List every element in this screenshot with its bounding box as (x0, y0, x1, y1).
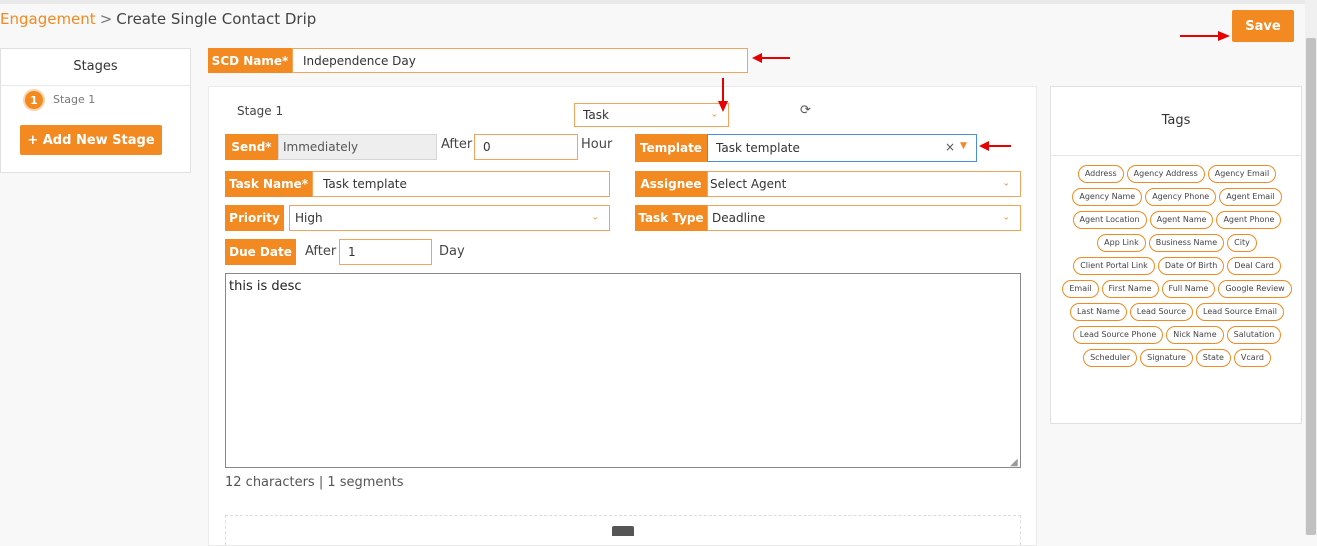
tag-chip[interactable]: Agent Location (1072, 211, 1147, 229)
template-select[interactable]: Task template × ▼ (707, 134, 977, 162)
stage-type-select[interactable]: Task ⌄ (574, 103, 729, 127)
stage-number-badge[interactable]: 1 (25, 91, 43, 109)
page-title: Create Single Contact Drip (116, 10, 317, 28)
tag-chip[interactable]: Lead Source Email (1196, 303, 1285, 321)
assignee-select[interactable]: Select Agent ⌄ (707, 171, 1021, 197)
task-name-label: Task Name* (225, 171, 312, 197)
tag-chip[interactable]: Agency Name (1072, 188, 1143, 206)
assignee-value: Select Agent (710, 177, 787, 191)
caret-down-icon[interactable]: ▼ (960, 141, 967, 151)
tag-chip[interactable]: Agent Name (1149, 211, 1214, 229)
tag-chip[interactable]: Agency Phone (1145, 188, 1217, 206)
close-icon[interactable]: × (945, 140, 955, 154)
resize-handle-icon[interactable]: ◢ (1010, 457, 1018, 468)
send-timing-field: Immediately (278, 134, 437, 160)
annotation-arrow-down-icon (718, 78, 728, 112)
task-type-select[interactable]: Deadline ⌄ (707, 205, 1021, 231)
task-name-input[interactable]: Task template (312, 171, 610, 197)
after-hours-input[interactable]: 0 (474, 134, 578, 160)
stage-type-value: Task (583, 108, 609, 122)
tags-list: Address Agency Address Agency Email Agency … (1061, 165, 1293, 367)
tag-chip[interactable]: Nick Name (1166, 326, 1224, 344)
chevron-down-icon: ⌄ (1002, 178, 1010, 189)
tag-chip[interactable]: App Link (1097, 234, 1146, 252)
breadcrumb-separator: > (99, 10, 113, 28)
save-button[interactable]: Save (1232, 10, 1294, 42)
send-label: Send* (225, 134, 278, 160)
chevron-down-icon: ⌄ (1002, 212, 1010, 223)
due-date-label: Due Date (225, 239, 296, 265)
tag-chip[interactable]: Business Name (1148, 234, 1225, 252)
tag-chip[interactable]: Client Portal Link (1073, 257, 1155, 275)
tag-chip[interactable]: Agent Phone (1216, 211, 1282, 229)
tag-chip[interactable]: Date Of Birth (1157, 257, 1225, 275)
tag-chip[interactable]: Vcard (1233, 349, 1271, 367)
tag-chip[interactable]: City (1227, 234, 1257, 252)
task-type-label: Task Type (635, 205, 707, 231)
description-textarea[interactable]: this is desc (225, 273, 1021, 468)
chevron-down-icon: ⌄ (591, 212, 599, 223)
tags-title: Tags (1161, 113, 1191, 128)
divider (1, 85, 190, 86)
tag-chip[interactable]: Lead Source (1129, 303, 1194, 321)
add-new-stage-button[interactable]: + Add New Stage (20, 125, 162, 155)
tag-chip[interactable]: Signature (1140, 349, 1193, 367)
stage-header: Stage 1 (237, 104, 284, 118)
scd-name-label: SCD Name* (208, 48, 292, 73)
tag-chip[interactable]: Scheduler (1083, 349, 1138, 367)
stages-panel: Stages 1 Stage 1 + Add New Stage (0, 48, 191, 173)
divider (1051, 155, 1301, 156)
after-label: After (441, 137, 473, 152)
top-border (0, 0, 1305, 4)
annotation-arrow-right-icon (1180, 31, 1230, 41)
tag-chip[interactable]: State (1195, 349, 1231, 367)
tag-chip[interactable]: Agency Email (1207, 165, 1277, 183)
breadcrumb: Engagement > Create Single Contact Drip (0, 10, 316, 28)
annotation-arrow-left-icon (752, 53, 790, 63)
due-after-label: After (305, 244, 337, 259)
tag-chip[interactable]: Agent Email (1219, 188, 1282, 206)
due-days-input[interactable]: 1 (339, 239, 432, 265)
stages-title: Stages (73, 59, 118, 74)
annotation-arrow-left-icon (979, 141, 1011, 151)
refresh-icon[interactable]: ⟳ (800, 103, 811, 118)
stage-item-label[interactable]: Stage 1 (53, 93, 95, 106)
priority-label: Priority (225, 205, 284, 231)
tag-chip[interactable]: Deal Card (1227, 257, 1281, 275)
template-label: Template (635, 134, 707, 162)
tag-chip[interactable]: Agency Address (1126, 165, 1205, 183)
tag-chip[interactable]: Email (1062, 280, 1099, 298)
template-value: Task template (716, 141, 800, 155)
tags-panel: Tags Address Agency Address Agency Email Ag… (1050, 86, 1302, 424)
priority-select[interactable]: High ⌄ (289, 205, 610, 231)
tag-chip[interactable]: Last Name (1069, 303, 1127, 321)
tag-chip[interactable]: Google Review (1218, 280, 1292, 298)
tag-chip[interactable]: Salutation (1226, 326, 1282, 344)
tag-chip[interactable]: Full Name (1161, 280, 1216, 298)
after-unit-label: Hour (581, 137, 613, 152)
due-unit-label: Day (439, 244, 465, 259)
breadcrumb-link-engagement[interactable]: Engagement (0, 10, 96, 28)
scd-name-input[interactable]: Independence Day (292, 48, 748, 73)
character-count: 12 characters | 1 segments (225, 475, 404, 490)
tag-chip[interactable]: Lead Source Phone (1072, 326, 1164, 344)
priority-value: High (295, 211, 323, 225)
assignee-label: Assignee (635, 171, 707, 197)
tag-chip[interactable]: First Name (1101, 280, 1159, 298)
task-type-value: Deadline (712, 211, 766, 225)
tag-chip[interactable]: Address (1077, 165, 1124, 183)
scrollbar-thumb[interactable] (1306, 38, 1316, 535)
